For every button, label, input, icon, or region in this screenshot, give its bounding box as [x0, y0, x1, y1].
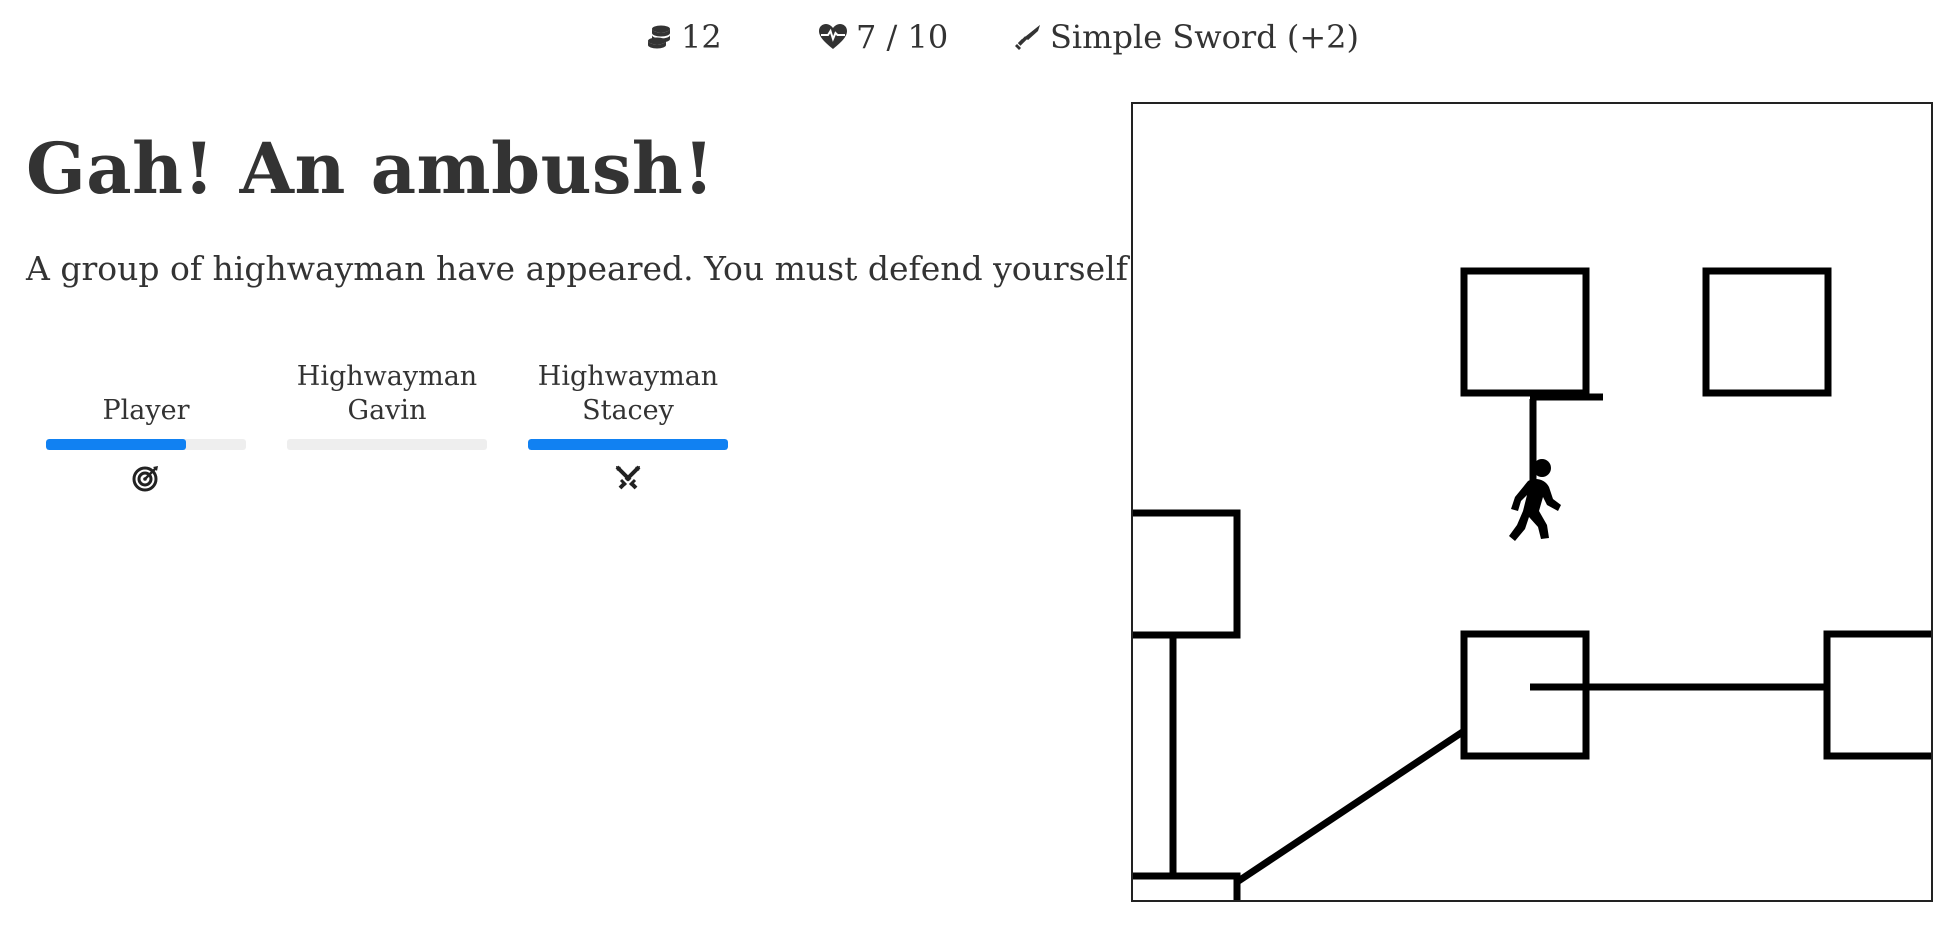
map-canvas: [1133, 267, 1931, 900]
health-bar: [287, 439, 487, 450]
health-bar-fill: [46, 439, 186, 450]
encounter-title: Gah! An ambush!: [26, 127, 715, 210]
crossed-swords-icon[interactable]: [614, 464, 642, 492]
map-corridor: [1235, 728, 1466, 885]
sword-icon: [1015, 25, 1040, 50]
gold-value: 12: [681, 18, 722, 56]
combatant-player[interactable]: Player: [46, 360, 246, 494]
coins-icon: [648, 25, 670, 49]
map-room: [1460, 630, 1590, 760]
heart-pulse-icon: [819, 24, 847, 49]
map-room: [1133, 509, 1241, 639]
weapon-display: Simple Sword (+2): [1014, 18, 1359, 56]
map-room: [1823, 630, 1931, 760]
dungeon-map[interactable]: [1131, 102, 1933, 902]
map-room: [1460, 267, 1590, 397]
health-bar: [528, 439, 728, 450]
weapon-name: Simple Sword (+2): [1050, 18, 1359, 56]
combatant-highwayman-stacey[interactable]: Highwayman Stacey: [528, 360, 728, 494]
combatant-name: Player: [102, 395, 190, 426]
encounter-description: A group of highwayman have appeared. You…: [26, 249, 1142, 288]
gold-counter: 12: [645, 18, 722, 56]
combatant-list: Player Highwayman Gavin Highwayman Stace…: [46, 360, 806, 520]
status-bar: 12 7 / 10 Simple Sword (+2): [0, 18, 1950, 66]
target-icon[interactable]: [132, 464, 160, 492]
map-room: [1702, 267, 1832, 397]
walking-person-icon: [1509, 459, 1561, 541]
health-bar: [46, 439, 246, 450]
health-bar-fill: [528, 439, 728, 450]
health-counter: 7 / 10: [818, 18, 948, 56]
combatant-highwayman-gavin[interactable]: Highwayman Gavin: [287, 360, 487, 494]
combatant-name: Highwayman Gavin: [296, 361, 478, 426]
health-value: 7 / 10: [856, 18, 949, 56]
encounter-panel: Gah! An ambush! A group of highwayman ha…: [26, 127, 1142, 492]
combatant-name: Highwayman Stacey: [537, 361, 719, 426]
map-room: [1133, 872, 1241, 900]
